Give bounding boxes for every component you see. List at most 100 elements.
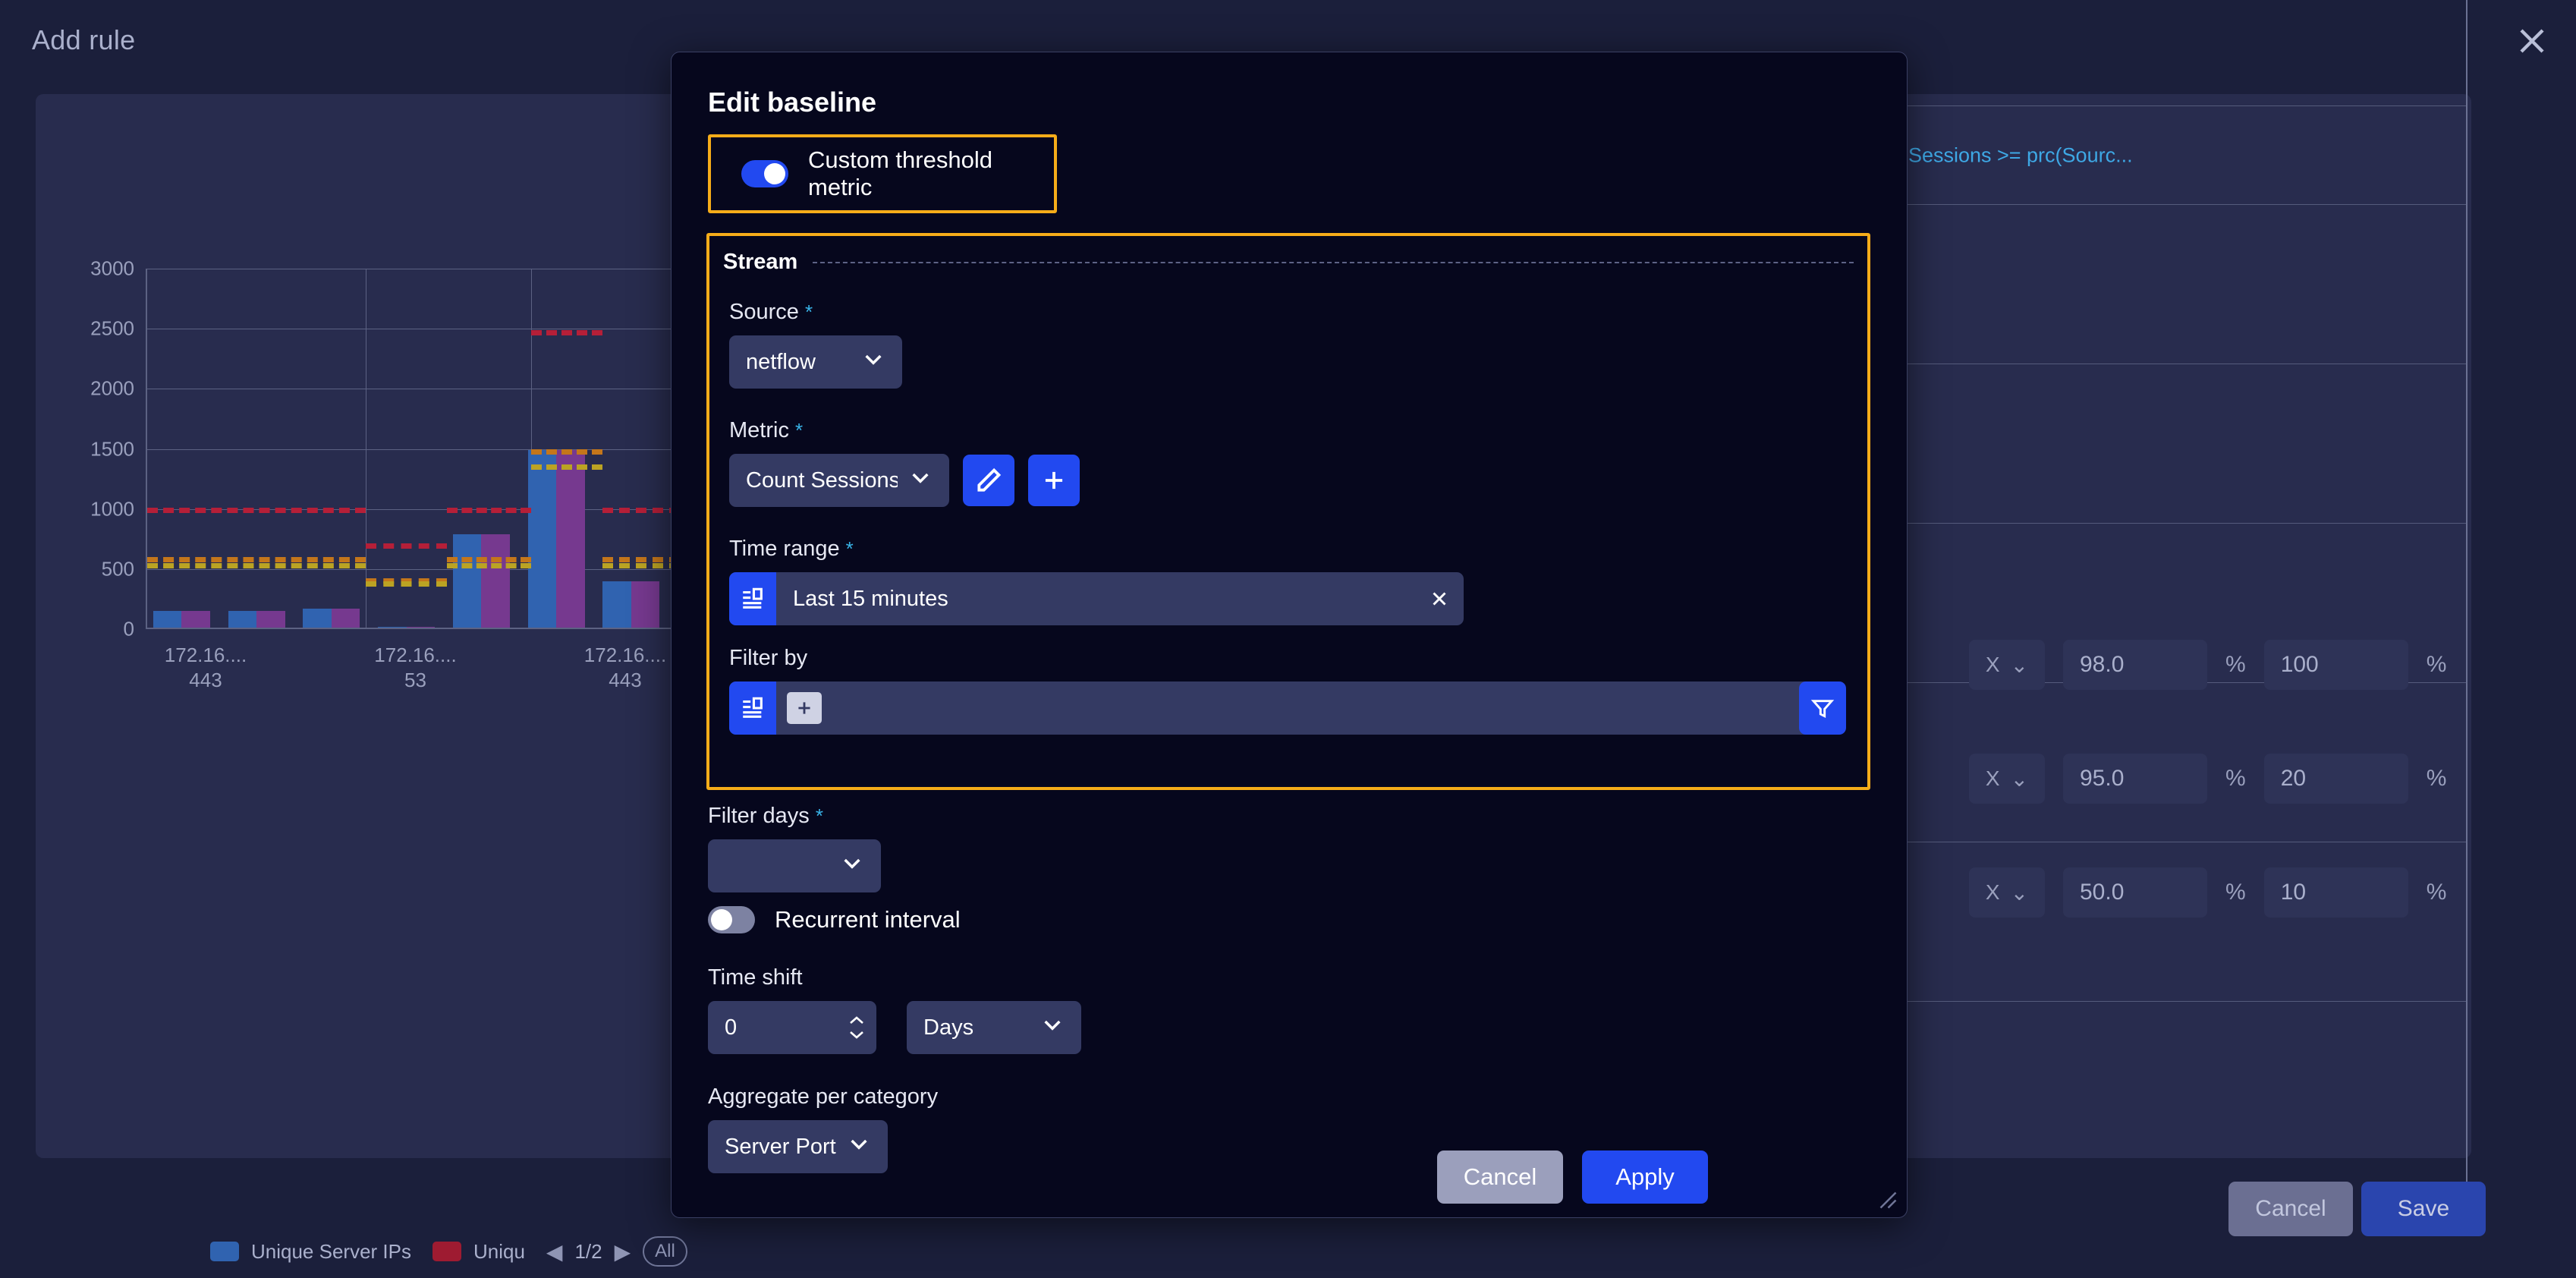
y-axis-tick-label: 1500: [90, 437, 134, 460]
filter-icon[interactable]: [1799, 681, 1846, 735]
chart-bar: [556, 449, 585, 628]
dialog-cancel-button[interactable]: Cancel: [1437, 1151, 1563, 1204]
threshold-line: [530, 449, 603, 455]
aggregate-per-category-select[interactable]: Server Port: [708, 1120, 888, 1173]
table-row: s, Time shift: 0d) + 100%; Major: Count …: [1548, 106, 2466, 205]
deviation-input[interactable]: 100: [2263, 640, 2408, 690]
threshold-row-2: X ⌄ 50.0 % 10 %: [1969, 867, 2446, 918]
legend-label-1: Uniqu: [473, 1239, 525, 1263]
time-shift-unit-select[interactable]: Days: [907, 1001, 1081, 1054]
y-axis-tick-label: 500: [101, 557, 134, 581]
chart-bar: [153, 610, 182, 628]
chart-plot-area: [146, 269, 768, 629]
plus-icon[interactable]: [787, 692, 822, 724]
variable-icon[interactable]: [729, 681, 776, 735]
x-axis-tick-label: 172.16.... 53: [374, 644, 457, 691]
required-marker: *: [845, 537, 854, 560]
table-row: [1889, 842, 2466, 1002]
deviation-input[interactable]: 20: [2263, 754, 2408, 804]
y-axis-tick-label: 0: [123, 617, 134, 641]
recurrent-interval-group: Recurrent interval: [708, 906, 961, 933]
metric-label: Metric *: [729, 418, 1080, 443]
pencil-icon[interactable]: [963, 455, 1014, 506]
time-range-label-text: Time range: [729, 537, 840, 561]
time-range-input-row: Last 15 minutes: [729, 572, 1464, 625]
close-icon[interactable]: [2514, 23, 2550, 59]
legend-all-button[interactable]: All: [643, 1236, 687, 1267]
source-field: Source * netflow: [729, 300, 902, 389]
source-label-text: Source: [729, 300, 799, 324]
legend-swatch-1: [432, 1242, 461, 1261]
dialog-title: Edit baseline: [708, 87, 877, 118]
stream-section: Stream Source * netflow Metric * Count S…: [706, 233, 1870, 790]
percentile-input[interactable]: 50.0: [2063, 867, 2207, 918]
chart-bar: [452, 534, 482, 628]
chart-bar: [303, 609, 332, 628]
threshold-line: [530, 464, 603, 471]
chevron-down-icon: [840, 851, 864, 881]
aggregate-per-category-label: Aggregate per category: [708, 1084, 939, 1109]
resize-grip-icon[interactable]: [1875, 1187, 1898, 1210]
threshold-row-1: X ⌄ 95.0 % 20 %: [1969, 754, 2446, 804]
triangle-right-icon[interactable]: ▶: [615, 1239, 631, 1264]
source-select-value: netflow: [746, 349, 816, 374]
severity-select-value: X: [1985, 653, 2000, 676]
chart-bar: [602, 581, 631, 628]
percent-sign: %: [2225, 766, 2246, 791]
percentile-input[interactable]: 95.0: [2063, 754, 2207, 804]
deviation-input[interactable]: 10: [2263, 867, 2408, 918]
time-shift-field: Time shift 0 Days: [708, 965, 1081, 1054]
chart-bar: [181, 610, 210, 628]
chevron-down-icon: [861, 347, 885, 377]
severity-select[interactable]: X ⌄: [1969, 754, 2045, 804]
variable-icon[interactable]: [729, 572, 776, 625]
edit-baseline-dialog: Edit baseline Custom threshold metric St…: [671, 52, 1908, 1218]
chart-legend: Unique Server IPs Uniqu ◀ 1/2 ▶ All: [210, 1236, 687, 1267]
percent-sign: %: [2426, 766, 2447, 791]
recurrent-interval-label: Recurrent interval: [775, 906, 961, 933]
filter-days-field: Filter days *: [708, 804, 881, 892]
page-title: Add rule: [32, 24, 136, 55]
severity-select[interactable]: X ⌄: [1969, 640, 2045, 690]
threshold-row-0: X ⌄ 98.0 % 100 %: [1969, 640, 2446, 690]
cancel-button[interactable]: Cancel: [2228, 1182, 2353, 1236]
percentile-input[interactable]: 98.0: [2063, 640, 2207, 690]
stepper-arrows-icon[interactable]: [837, 1015, 876, 1040]
time-range-value[interactable]: Last 15 minutes: [776, 587, 1415, 612]
time-shift-unit-value: Days: [923, 1015, 974, 1040]
severity-select[interactable]: X ⌄: [1969, 867, 2045, 918]
table-row: [1889, 364, 2466, 524]
recurrent-interval-toggle[interactable]: [708, 906, 755, 933]
source-label: Source *: [729, 300, 902, 325]
table-row: [1889, 8, 2466, 106]
close-icon[interactable]: [1415, 587, 1464, 610]
time-shift-value[interactable]: 0: [708, 1015, 837, 1040]
legend-swatch-0: [210, 1242, 239, 1261]
chart-bar: [631, 581, 660, 628]
threshold-line: [447, 508, 531, 514]
app-root: Add rule 0 500 1000 1500 2000 2500 3000 172.16…: [0, 0, 2576, 1278]
filter-days-label: Filter days *: [708, 804, 881, 829]
filter-by-input-row: [729, 681, 1846, 735]
time-shift-stepper: 0: [708, 1001, 876, 1054]
stream-legend: Stream: [723, 250, 1854, 275]
custom-threshold-metric-toggle[interactable]: [741, 160, 788, 187]
threshold-line: [366, 581, 447, 587]
source-select[interactable]: netflow: [729, 335, 902, 389]
custom-threshold-metric-group: Custom threshold metric: [708, 134, 1057, 213]
time-range-label: Time range *: [729, 537, 1464, 562]
toggle-knob: [711, 909, 732, 930]
chevron-down-icon: [1040, 1012, 1065, 1043]
chart-bar: [481, 534, 510, 628]
dialog-apply-button[interactable]: Apply: [1582, 1151, 1708, 1204]
metric-select[interactable]: Count Sessions: [729, 454, 949, 507]
filter-by-field: Filter by: [729, 646, 1846, 735]
plus-icon[interactable]: [1028, 455, 1080, 506]
required-marker: *: [795, 419, 804, 442]
filter-days-select[interactable]: [708, 839, 881, 892]
table-row: [1889, 205, 2466, 364]
chevron-down-icon: ⌄: [2010, 880, 2029, 905]
save-button[interactable]: Save: [2361, 1182, 2486, 1236]
triangle-left-icon[interactable]: ◀: [546, 1239, 563, 1264]
time-range-field: Time range * Last 15 minutes: [729, 537, 1464, 625]
